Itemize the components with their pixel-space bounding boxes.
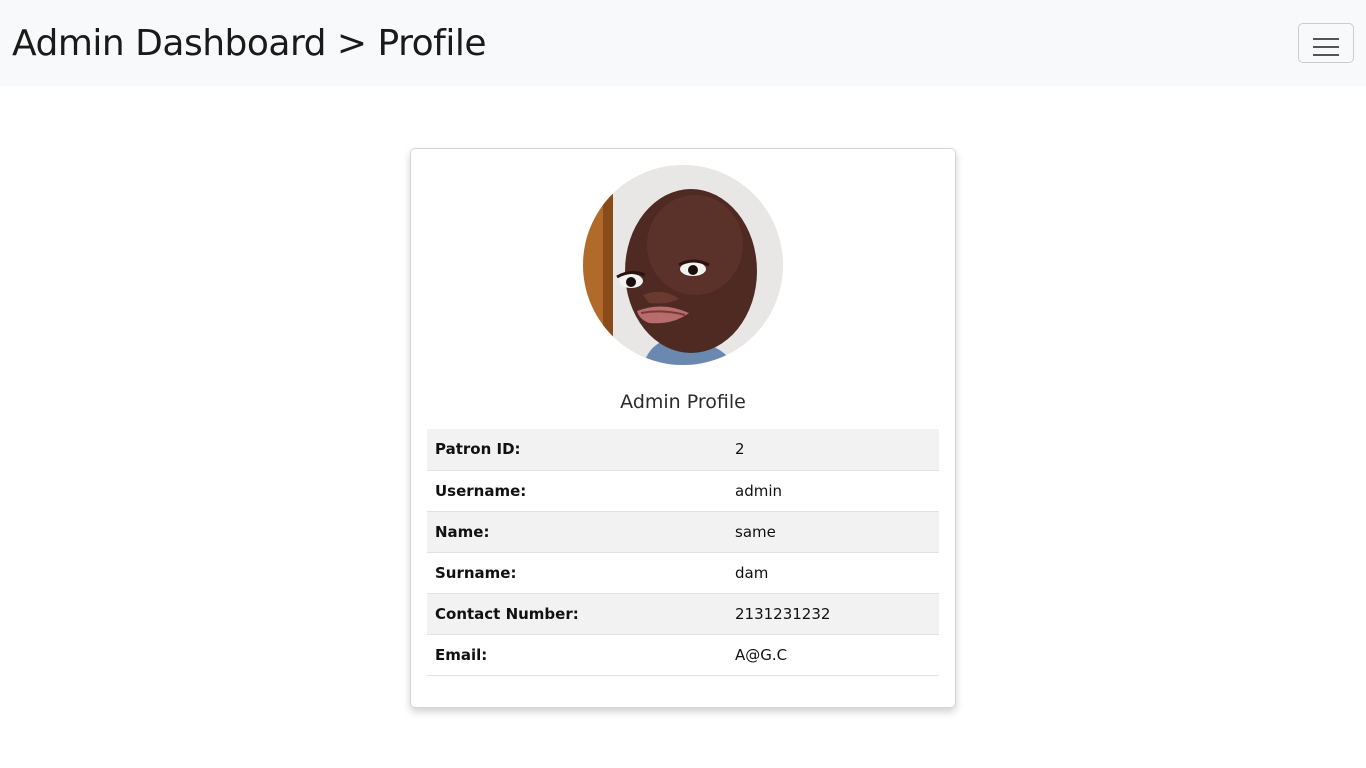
- table-row-patron-id: Patron ID: 2: [427, 429, 939, 471]
- row-value: A@G.C: [727, 634, 939, 676]
- table-row-contact-number: Contact Number: 2131231232: [427, 593, 939, 635]
- row-label: Email:: [427, 634, 727, 676]
- row-value: dam: [727, 552, 939, 594]
- table-row-surname: Surname: dam: [427, 552, 939, 594]
- row-label: Surname:: [427, 552, 727, 594]
- row-label: Patron ID:: [427, 429, 727, 471]
- table-row-name: Name: same: [427, 511, 939, 553]
- row-value: 2131231232: [727, 593, 939, 635]
- profile-avatar: [583, 165, 783, 365]
- profile-info-table: Patron ID: 2 Username: admin Name: same …: [427, 429, 939, 676]
- profile-card: Admin Profile Patron ID: 2 Username: adm…: [410, 148, 956, 708]
- profile-title: Admin Profile: [620, 391, 746, 413]
- page-title[interactable]: Admin Dashboard > Profile: [12, 19, 486, 69]
- row-label: Name:: [427, 511, 727, 553]
- row-label: Contact Number:: [427, 593, 727, 635]
- row-value: same: [727, 511, 939, 553]
- table-row-email: Email: A@G.C: [427, 634, 939, 676]
- menu-toggle-button[interactable]: [1298, 23, 1354, 63]
- row-value: 2: [727, 429, 939, 471]
- hamburger-menu-icon: [1313, 38, 1339, 56]
- profile-photo: [583, 165, 783, 365]
- top-navbar: Admin Dashboard > Profile: [0, 0, 1366, 86]
- table-row-username: Username: admin: [427, 470, 939, 512]
- row-value: admin: [727, 470, 939, 512]
- row-label: Username:: [427, 470, 727, 512]
